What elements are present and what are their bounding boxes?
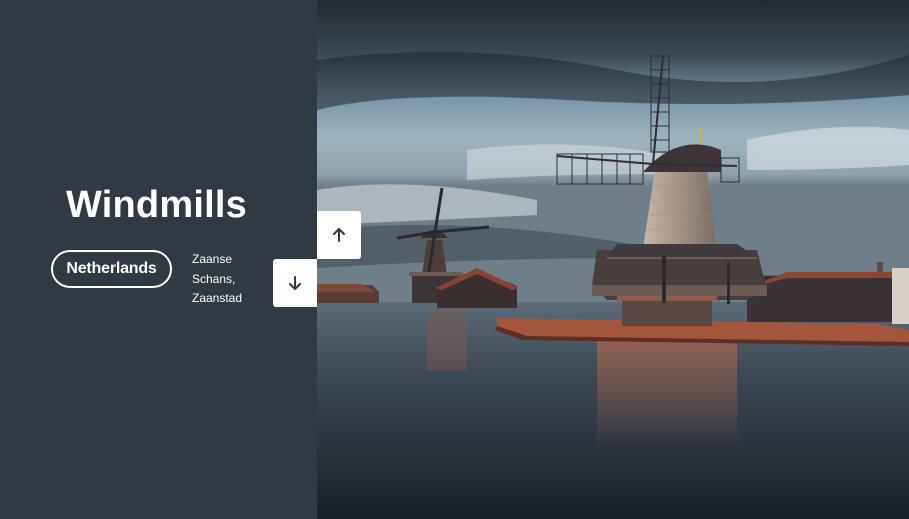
info-panel: Windmills Netherlands Zaanse Schans, Zaa… (0, 0, 317, 519)
location-line-2: Schans, (192, 271, 236, 286)
slider: Windmills Netherlands Zaanse Schans, Zaa… (0, 0, 909, 519)
location-line-3: Zaanstad (192, 291, 243, 305)
location-line-1: Zaanse (192, 252, 233, 266)
arrow-down-icon (289, 276, 301, 290)
arrow-up-icon (333, 228, 345, 242)
prev-slide-button[interactable] (317, 211, 361, 259)
slide-title: Windmills (66, 184, 247, 226)
next-slide-button[interactable] (273, 259, 317, 307)
location-text: Zaanse Schans, Zaanstad (192, 250, 272, 309)
windmills-photo (317, 0, 909, 519)
country-badge[interactable]: Netherlands (51, 250, 172, 288)
